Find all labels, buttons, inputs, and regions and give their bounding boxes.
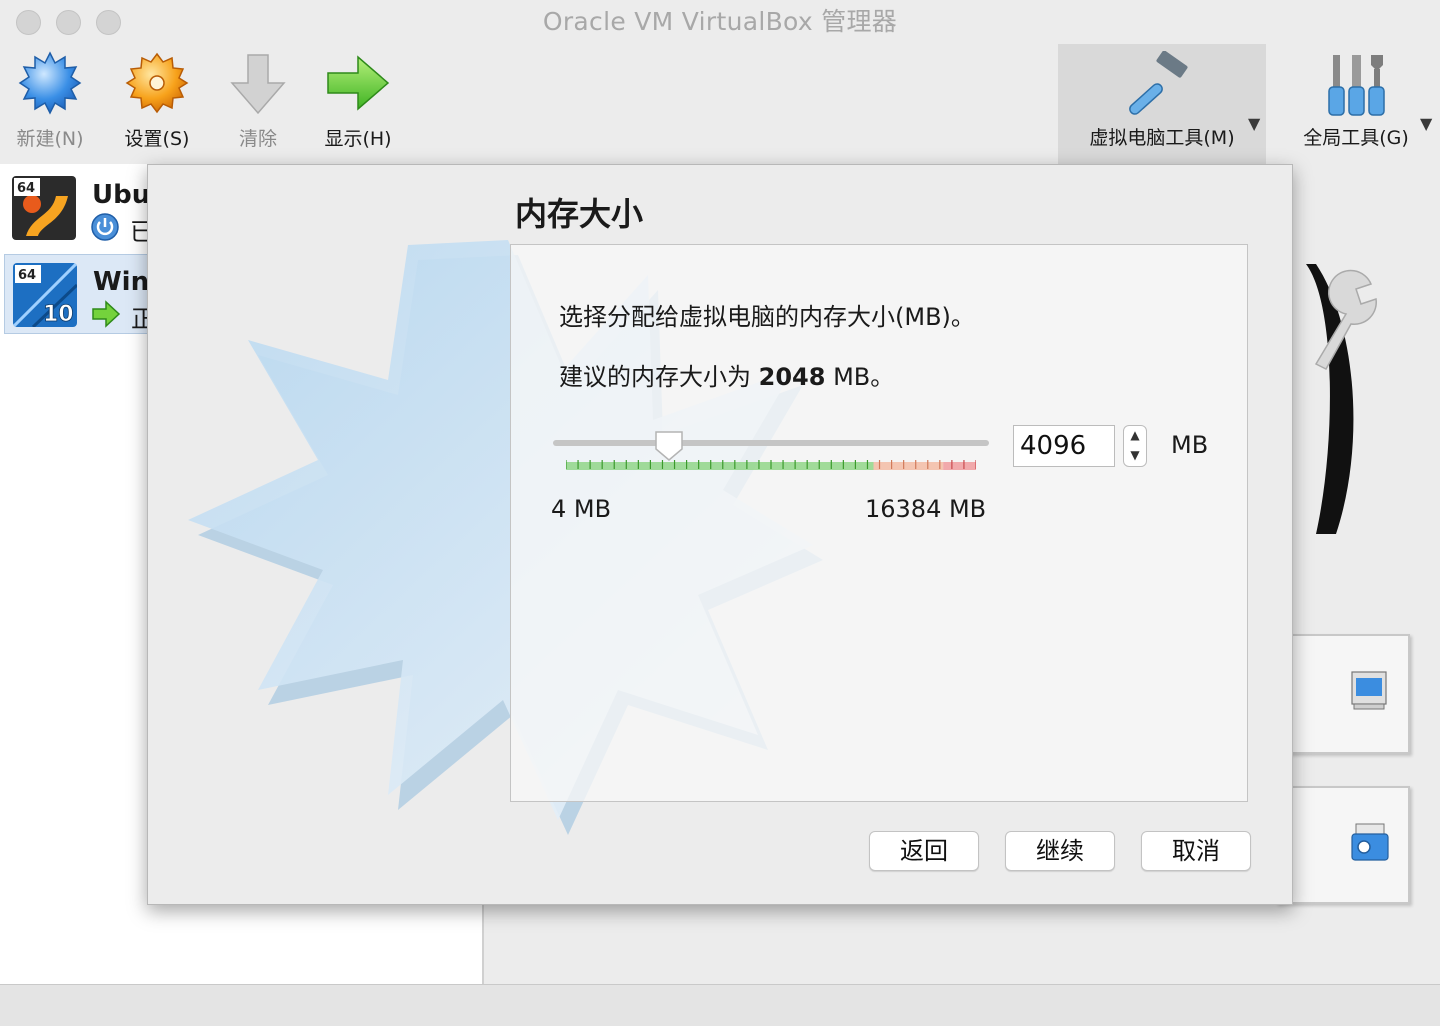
create-vm-wizard-sheet: 内存大小 选择分配给虚拟电脑的内存大小(MB)。 建议的内存大小为 2048 M… xyxy=(147,164,1293,905)
status-bar xyxy=(0,984,1440,1026)
stepper-down-icon[interactable]: ▼ xyxy=(1124,448,1146,462)
svg-text:64: 64 xyxy=(18,268,36,283)
power-off-icon xyxy=(90,212,120,242)
running-arrow-icon xyxy=(91,299,121,329)
memory-slider-ticks xyxy=(566,460,976,470)
machine-tools-label: 虚拟电脑工具(M) xyxy=(1089,127,1235,149)
monitor-icon xyxy=(1350,670,1390,716)
svg-text:10: 10 xyxy=(43,302,74,327)
recommended-prefix: 建议的内存大小为 xyxy=(559,363,759,391)
machine-tools-dropdown-icon[interactable]: ▼ xyxy=(1248,114,1260,133)
back-button[interactable]: 返回 xyxy=(869,831,979,871)
memory-unit-label: MB xyxy=(1171,431,1209,459)
memory-size-input[interactable] xyxy=(1013,425,1115,467)
slider-min-label: 4 MB xyxy=(551,495,612,523)
new-vm-button[interactable]: 新建(N) xyxy=(14,44,86,164)
global-tools-label: 全局工具(G) xyxy=(1303,127,1409,149)
storage-details-card xyxy=(1276,786,1410,904)
global-tools-dropdown-icon[interactable]: ▼ xyxy=(1420,114,1432,133)
ubuntu-icon: 64 xyxy=(12,176,76,240)
discard-button[interactable]: 清除 xyxy=(222,44,294,164)
page-title: 内存大小 xyxy=(515,195,644,233)
slider-zone xyxy=(943,462,976,470)
discard-arrow-down-icon xyxy=(222,46,294,120)
recommended-memory-value: 2048 xyxy=(758,363,826,391)
show-vm-label: 显示(H) xyxy=(324,128,392,150)
recommended-suffix: MB。 xyxy=(825,363,895,391)
stepper-up-icon[interactable]: ▲ xyxy=(1124,428,1146,442)
cancel-button[interactable]: 取消 xyxy=(1141,831,1251,871)
svg-text:64: 64 xyxy=(17,181,35,196)
camera-icon xyxy=(1350,822,1390,868)
recommended-memory-text: 建议的内存大小为 2048 MB。 xyxy=(559,357,894,392)
new-starburst-icon xyxy=(14,46,86,120)
slider-max-label: 16384 MB xyxy=(865,495,987,523)
slider-zone xyxy=(566,462,874,470)
memory-slider-thumb[interactable] xyxy=(653,429,685,463)
welcome-wrench-icon xyxy=(1276,244,1396,544)
settings-label: 设置(S) xyxy=(124,128,190,150)
main-toolbar: 新建(N) 设置(S) 清除 显示(H) 虚拟电脑工具(M) ▼ 全局工具(G)… xyxy=(0,44,1440,164)
machine-tools-tab[interactable]: 虚拟电脑工具(M) xyxy=(1058,44,1266,164)
memory-stepper[interactable]: ▲ ▼ xyxy=(1123,425,1147,467)
show-arrow-right-icon xyxy=(322,46,394,120)
show-vm-button[interactable]: 显示(H) xyxy=(318,44,398,164)
new-vm-label: 新建(N) xyxy=(16,128,84,150)
continue-button[interactable]: 继续 xyxy=(1005,831,1115,871)
memory-slider-track[interactable] xyxy=(553,440,989,446)
title-bar: Oracle VM VirtualBox 管理器 xyxy=(0,0,1440,44)
display-details-card xyxy=(1276,634,1410,754)
settings-button[interactable]: 设置(S) xyxy=(120,44,194,164)
global-tools-icon xyxy=(1320,50,1392,122)
discard-label: 清除 xyxy=(238,128,277,150)
slider-zone xyxy=(873,462,944,470)
memory-description: 选择分配给虚拟电脑的内存大小(MB)。 xyxy=(559,303,975,331)
global-tools-tab[interactable]: 全局工具(G) xyxy=(1288,44,1424,164)
window-title: Oracle VM VirtualBox 管理器 xyxy=(542,7,898,36)
hammer-icon xyxy=(1126,50,1198,122)
windows10-icon: 64 10 xyxy=(13,263,77,327)
gear-icon xyxy=(121,46,193,120)
wizard-content-panel: 选择分配给虚拟电脑的内存大小(MB)。 建议的内存大小为 2048 MB。 4 … xyxy=(510,244,1248,802)
